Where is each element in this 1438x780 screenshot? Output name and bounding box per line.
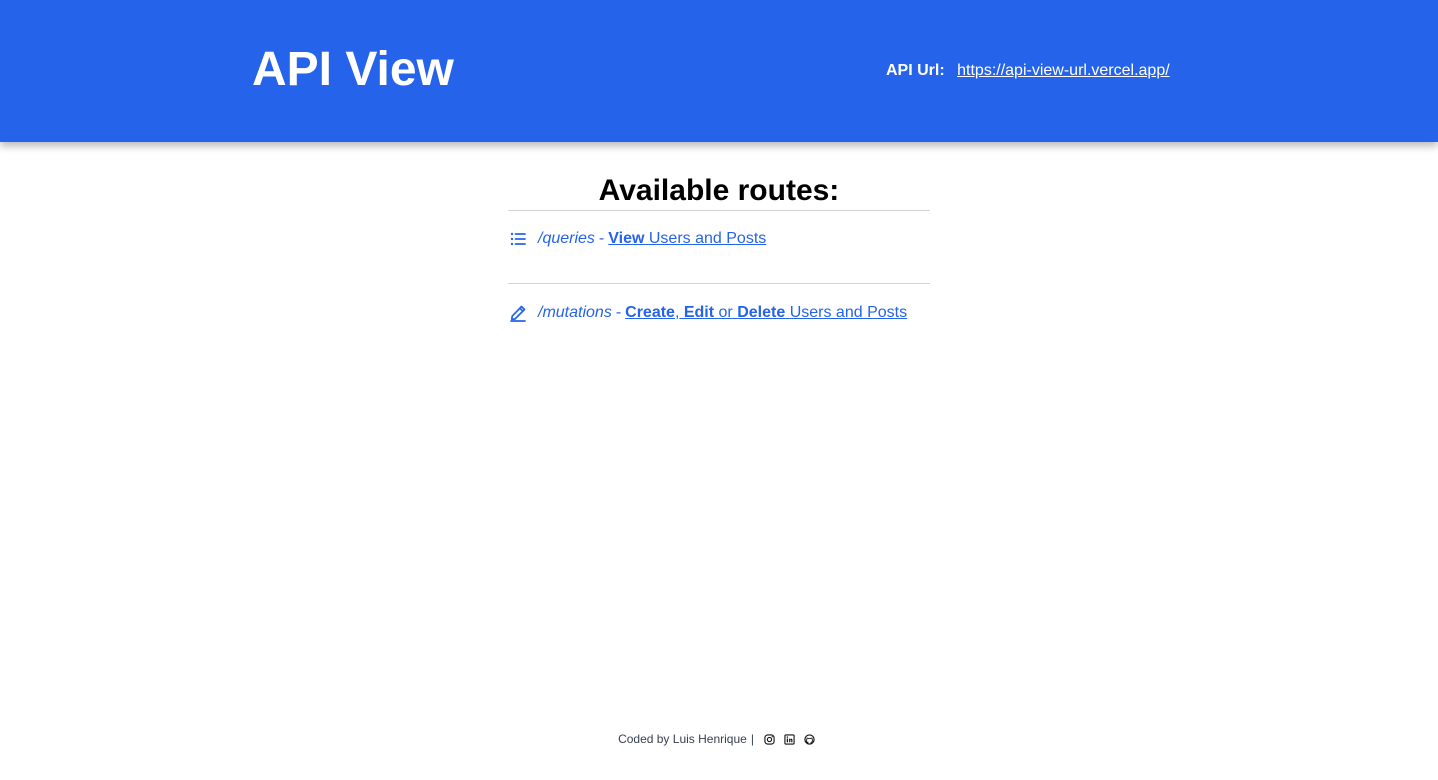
route-action-rest: Users and Posts	[789, 304, 908, 321]
header: API View API Url: https://api-view-url.v…	[0, 0, 1438, 142]
pencil-icon	[508, 303, 528, 323]
app-title: API View	[252, 43, 454, 96]
route-separator: -	[615, 304, 622, 321]
footer: Coded by Luis Henrique |	[0, 730, 1438, 748]
routes-title: Available routes:	[508, 172, 930, 211]
route-action-rest: Users and Posts	[648, 230, 767, 247]
route-action-delete: Delete	[737, 304, 786, 321]
route-list: /queries - View Users and Posts /mutatio…	[508, 227, 930, 342]
route-action-create: Create	[625, 304, 675, 321]
api-url-container: API Url: https://api-view-url.vercel.app…	[886, 60, 1170, 82]
route-separator: -	[598, 230, 605, 247]
linkedin-icon[interactable]	[784, 733, 796, 745]
api-url-label: API Url:	[886, 62, 945, 79]
routes-section: Available routes: /queries - View Users …	[508, 172, 930, 342]
route-or: or	[718, 304, 733, 321]
footer-credit: Coded by Luis Henrique	[618, 732, 747, 746]
route-path-queries: /queries	[538, 230, 595, 247]
route-item-mutations: /mutations - Create, Edit or Delete User…	[508, 284, 930, 342]
route-action-edit: Edit	[683, 304, 715, 321]
route-path-mutations: /mutations	[538, 304, 612, 321]
route-item-queries: /queries - View Users and Posts	[508, 227, 930, 284]
footer-divider: |	[750, 732, 754, 746]
instagram-icon[interactable]	[764, 733, 776, 745]
route-comma: ,	[674, 304, 680, 321]
route-action-view: View	[608, 230, 645, 247]
list-icon	[508, 229, 528, 249]
route-link-mutations[interactable]: Create, Edit or Delete Users and Posts	[625, 304, 907, 322]
github-icon[interactable]	[804, 733, 816, 745]
api-url-link[interactable]: https://api-view-url.vercel.app/	[957, 62, 1170, 79]
route-link-queries[interactable]: View Users and Posts	[608, 230, 766, 248]
